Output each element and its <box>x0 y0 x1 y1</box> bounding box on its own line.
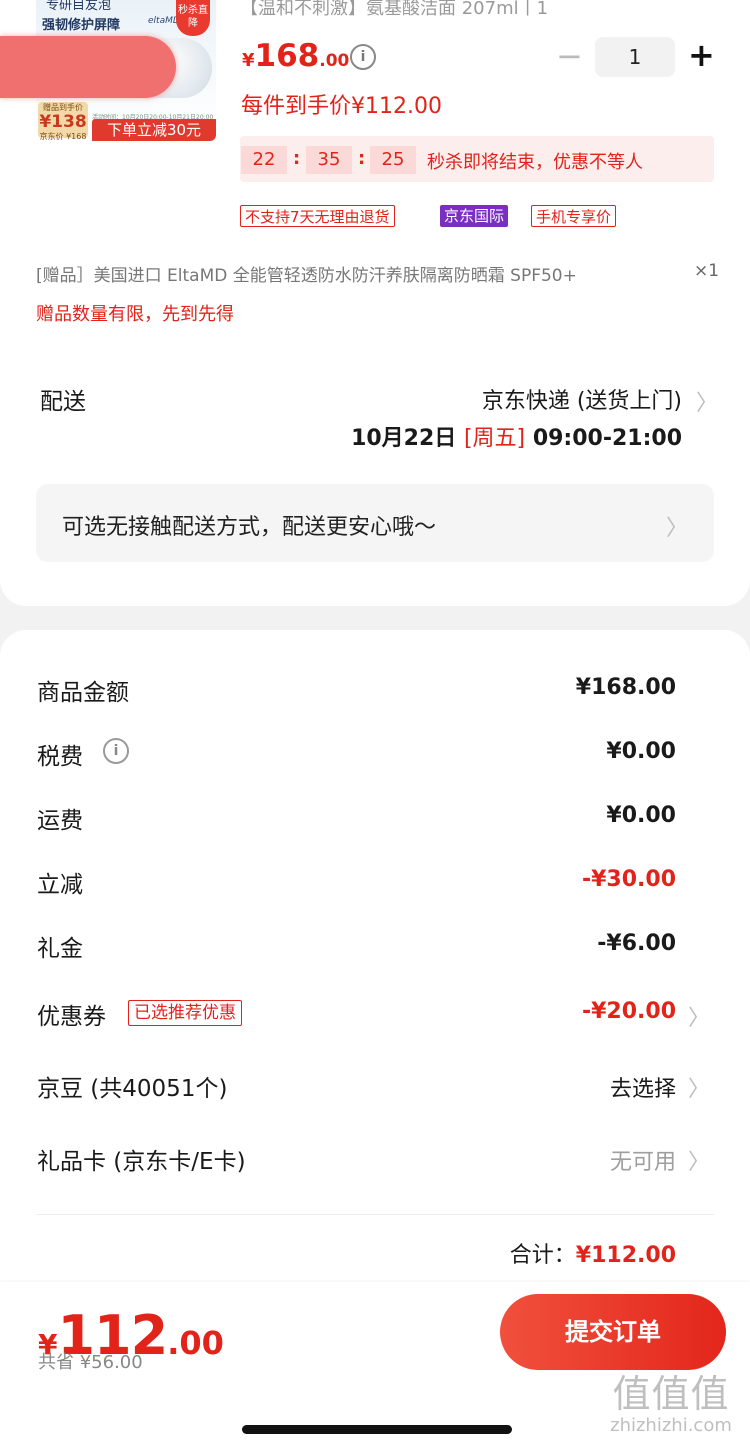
shipping-label: 配送 <box>40 389 86 415</box>
thumb-line1: 专研目友泡 <box>46 0 112 13</box>
watermark-logo: 值值值 <box>612 1372 730 1416</box>
gift-item-title[interactable]: [赠品］美国进口 EltaMD 全能管轻透防水防汗养肤隔离防晒霜 SPF50+ <box>36 261 666 286</box>
shipping-method[interactable]: 京东快递 (送货上门) <box>482 383 682 415</box>
countdown-sep: : <box>293 148 301 169</box>
summary-value-discount: -¥30.00 <box>581 867 676 892</box>
shipping-date[interactable]: 10月22日 [周五] 09:00-21:00 <box>351 420 682 452</box>
tag-no-return: 不支持7天无理由退货 <box>240 205 395 227</box>
price-dec: .00 <box>319 51 350 71</box>
summary-label-jd-beans[interactable]: 京豆 (共40051个) <box>37 1069 227 1103</box>
total-saved: 共省 ¥56.00 <box>38 1352 143 1373</box>
countdown-hours: 22 <box>241 146 287 174</box>
product-name[interactable]: 【温和不刺激】氨基酸洁面 207ml丨1 <box>240 0 548 20</box>
summary-divider <box>36 1214 714 1215</box>
summary-value-tax: ¥0.00 <box>606 739 676 764</box>
summary-label-gift-card[interactable]: 礼品卡 (京东卡/E卡) <box>37 1142 246 1176</box>
gift-quantity: ×1 <box>694 261 720 281</box>
countdown-seconds: 25 <box>370 146 416 174</box>
contactless-text: 可选无接触配送方式，配送更安心哦～ <box>62 515 437 540</box>
shipping-time: 09:00-21:00 <box>532 426 682 451</box>
countdown-text: 秒杀即将结束，优惠不等人 <box>427 152 643 173</box>
subtotal: 合计：¥112.00 <box>510 1237 676 1269</box>
summary-value-goods: ¥168.00 <box>575 675 676 700</box>
summary-label-shipping: 运费 <box>37 808 83 834</box>
summary-label-discount: 立减 <box>37 872 83 898</box>
subtotal-label: 合计： <box>509 1243 576 1268</box>
qty-minus-button[interactable]: − <box>556 36 583 76</box>
quantity-field[interactable]: 1 <box>595 37 675 77</box>
tag-jd-international: 京东国际 <box>440 205 509 227</box>
gift-note: 赠品数量有限，先到先得 <box>36 304 234 325</box>
chevron-right-icon[interactable]: 〉 <box>688 1071 710 1103</box>
countdown-minutes: 35 <box>306 146 352 174</box>
submit-order-button[interactable]: 提交订单 <box>500 1294 726 1370</box>
total-dec: .00 <box>167 1324 224 1362</box>
price-info-icon[interactable]: i <box>350 44 376 70</box>
watermark-site: zhizhizhi.com <box>610 1415 732 1436</box>
thumb-line2: 强韧修护屏障 <box>42 18 121 33</box>
thumb-flash-badge: 秒杀直降 <box>176 0 210 36</box>
shipping-date-day: 10月22日 <box>351 426 457 451</box>
thumb-pill-sub: 京东价 ¥168 <box>39 132 87 141</box>
subtotal-amount: ¥112.00 <box>575 1243 676 1268</box>
countdown-sep: : <box>358 148 366 169</box>
tag-mobile-price: 手机专享价 <box>531 205 617 227</box>
flash-sale-countdown: 22 : 35 : 25 秒杀即将结束，优惠不等人 <box>240 136 714 182</box>
thumb-brand: eltaMD <box>148 16 180 26</box>
tax-info-icon[interactable]: i <box>103 738 129 764</box>
summary-value-coupon[interactable]: -¥20.00 <box>582 999 676 1024</box>
chevron-right-icon[interactable]: 〉 <box>696 385 718 417</box>
summary-value-jd-beans[interactable]: 去选择 <box>610 1071 676 1103</box>
summary-label-tax: 税费 <box>37 744 83 770</box>
chevron-right-icon: 〉 <box>665 516 688 541</box>
shipping-weekday: [周五] <box>463 426 526 451</box>
summary-label-coupon[interactable]: 优惠券 <box>37 997 106 1031</box>
product-card: 专研目友泡 强韧修护屏障 eltaMD 秒杀直降 赠品到手价 ¥138 京东价 … <box>0 0 750 606</box>
chevron-right-icon[interactable]: 〉 <box>688 1000 710 1032</box>
redaction-overlay <box>0 36 176 98</box>
qty-plus-button[interactable]: + <box>688 34 715 76</box>
per-piece-price: 每件到手价¥112.00 <box>241 94 442 119</box>
summary-value-shipping: ¥0.00 <box>606 803 676 828</box>
watermark: 值值值 zhizhizhi.com <box>600 1372 742 1444</box>
chevron-right-icon[interactable]: 〉 <box>688 1144 710 1176</box>
price-int: 168 <box>254 38 320 74</box>
thumb-price-pill: 赠品到手价 ¥138 京东价 ¥168 <box>38 102 88 141</box>
home-indicator[interactable] <box>242 1425 512 1434</box>
price-symbol: ¥ <box>242 50 255 71</box>
thumb-banner: 下单立减30元 <box>92 119 216 141</box>
summary-label-cash-gift: 礼金 <box>37 936 83 962</box>
summary-label-goods: 商品金额 <box>37 680 129 706</box>
product-price: ¥168.00 <box>242 38 349 74</box>
summary-value-cash-gift: -¥6.00 <box>597 931 676 956</box>
thumb-pill-price: ¥138 <box>39 112 87 132</box>
coupon-selected-tag[interactable]: 已选推荐优惠 <box>128 1000 242 1026</box>
summary-value-gift-card[interactable]: 无可用 <box>610 1144 676 1176</box>
contactless-delivery-option[interactable]: 可选无接触配送方式，配送更安心哦～ 〉 <box>36 484 714 562</box>
